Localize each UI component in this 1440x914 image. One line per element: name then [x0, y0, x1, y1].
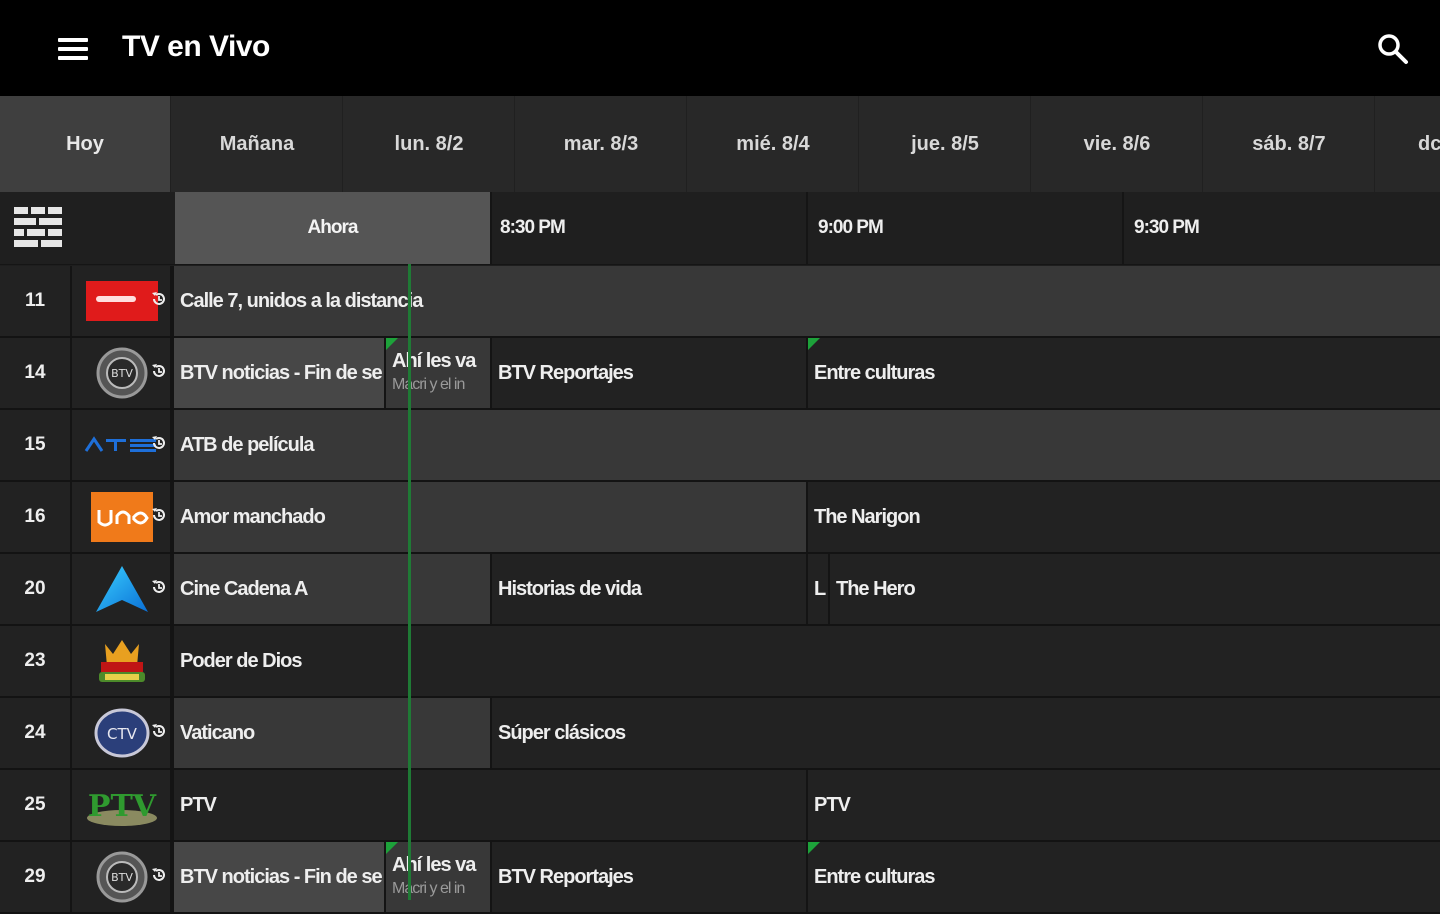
- btv-logo: BTV: [96, 851, 148, 903]
- ptv-logo: PTV: [87, 789, 157, 826]
- tab-mie[interactable]: mié. 8/4: [688, 96, 859, 192]
- channel-row: 20 Cine Cadena A Historias de vida L The…: [0, 554, 1440, 626]
- program-cell[interactable]: Súper clásicos: [490, 698, 1440, 768]
- svg-text:CTV: CTV: [107, 725, 138, 743]
- channel-number: 20: [0, 554, 72, 624]
- grid-view-icon[interactable]: [14, 207, 62, 249]
- new-flag: [386, 338, 398, 350]
- channel-row: 23 Poder de Dios: [0, 626, 1440, 698]
- program-cell[interactable]: Vaticano: [172, 698, 490, 768]
- btv-logo: BTV: [96, 347, 148, 399]
- program-cell[interactable]: BTV Reportajes: [490, 338, 806, 408]
- program-title: Ahí les va: [392, 854, 476, 876]
- ctv-logo: CTV: [94, 708, 150, 758]
- channel-row: 14 BTV BTV noticias - Fin de se Ahí les …: [0, 338, 1440, 410]
- program-cell[interactable]: Historias de vida: [490, 554, 806, 624]
- replay-icon: [152, 580, 165, 593]
- tab-mar[interactable]: mar. 8/3: [516, 96, 687, 192]
- poder-de-dios-logo: [99, 640, 145, 682]
- channel-row: 25 PTV PTV PTV: [0, 770, 1440, 842]
- channel-number: 24: [0, 698, 72, 768]
- time-900: 9:00 PM: [818, 217, 884, 238]
- replay-icon: [152, 436, 165, 449]
- replay-icon: [152, 868, 165, 881]
- tab-jue[interactable]: jue. 8/5: [860, 96, 1031, 192]
- channel-number: 16: [0, 482, 72, 552]
- program-cell[interactable]: Amor manchado: [172, 482, 806, 552]
- new-flag: [808, 842, 820, 854]
- channel-number: 29: [0, 842, 72, 912]
- channel-row: 29 BTV BTV noticias - Fin de se Ahí les …: [0, 842, 1440, 914]
- atb-logo: [84, 436, 156, 452]
- replay-icon: [152, 724, 165, 737]
- current-time-line: [408, 264, 411, 900]
- channel-row: 16 Amor manchado The Narigon: [0, 482, 1440, 554]
- channel-number: 15: [0, 410, 72, 480]
- tab-sab[interactable]: sáb. 8/7: [1204, 96, 1375, 192]
- time-divider: [1122, 192, 1124, 264]
- program-cell[interactable]: L: [806, 554, 828, 624]
- program-cell[interactable]: ATB de película: [172, 410, 1440, 480]
- uno-logo: [91, 492, 153, 542]
- replay-icon: [152, 508, 165, 521]
- svg-text:PTV: PTV: [88, 789, 157, 824]
- cadena-a-logo: [96, 566, 148, 612]
- search-icon[interactable]: [1376, 32, 1410, 66]
- channel-number: 23: [0, 626, 72, 696]
- day-tabs: Hoy Mañana lun. 8/2 mar. 8/3 mié. 8/4 ju…: [0, 96, 1440, 192]
- channel-logo[interactable]: [74, 626, 172, 696]
- program-cell[interactable]: Poder de Dios: [172, 626, 1440, 696]
- tab-vie[interactable]: vie. 8/6: [1032, 96, 1203, 192]
- program-subtitle: Macri y el in: [392, 880, 465, 897]
- program-title: Ahí les va: [392, 350, 476, 372]
- replay-icon: [152, 292, 165, 305]
- program-cell[interactable]: PTV: [806, 770, 1440, 840]
- time-930: 9:30 PM: [1134, 217, 1200, 238]
- program-subtitle: Macri y el in: [392, 376, 465, 393]
- channel-row: 11 Calle 7, unidos a la distancia: [0, 266, 1440, 338]
- tab-hoy[interactable]: Hoy: [0, 96, 171, 192]
- program-cell[interactable]: PTV: [172, 770, 806, 840]
- time-divider: [806, 192, 808, 264]
- channel-number: 14: [0, 338, 72, 408]
- channel-row: 24 CTV Vaticano Súper clásicos: [0, 698, 1440, 770]
- app-title: TV en Vivo: [122, 30, 270, 63]
- program-cell[interactable]: BTV noticias - Fin de se: [172, 842, 384, 912]
- program-cell[interactable]: BTV Reportajes: [490, 842, 806, 912]
- time-830: 8:30 PM: [500, 217, 566, 238]
- time-divider: [490, 192, 492, 264]
- program-cell[interactable]: The Narigon: [806, 482, 1440, 552]
- new-flag: [808, 338, 820, 350]
- app-bar: TV en Vivo: [0, 0, 1440, 96]
- program-cell[interactable]: Calle 7, unidos a la distancia: [172, 266, 1440, 336]
- program-cell[interactable]: Cine Cadena A: [172, 554, 490, 624]
- program-cell[interactable]: BTV noticias - Fin de se: [172, 338, 384, 408]
- program-cell[interactable]: The Hero: [828, 554, 1440, 624]
- program-cell[interactable]: Ahí les va Macri y el in: [384, 338, 490, 408]
- tab-dom[interactable]: dc: [1378, 96, 1440, 192]
- channel-number: 11: [0, 266, 72, 336]
- time-now[interactable]: Ahora: [175, 192, 490, 264]
- svg-text:BTV: BTV: [111, 367, 133, 380]
- channel-logo[interactable]: PTV: [74, 770, 172, 840]
- red-logo: [86, 281, 158, 321]
- program-cell[interactable]: Entre culturas: [806, 338, 1440, 408]
- program-cell[interactable]: Entre culturas: [806, 842, 1440, 912]
- channel-number: 25: [0, 770, 72, 840]
- program-cell[interactable]: Ahí les va Macri y el in: [384, 842, 490, 912]
- menu-icon[interactable]: [58, 38, 88, 60]
- tab-manana[interactable]: Mañana: [172, 96, 343, 192]
- tab-lun[interactable]: lun. 8/2: [344, 96, 515, 192]
- new-flag: [386, 842, 398, 854]
- replay-icon: [152, 364, 165, 377]
- svg-text:BTV: BTV: [111, 871, 133, 884]
- channel-row: 15 ATB de película: [0, 410, 1440, 482]
